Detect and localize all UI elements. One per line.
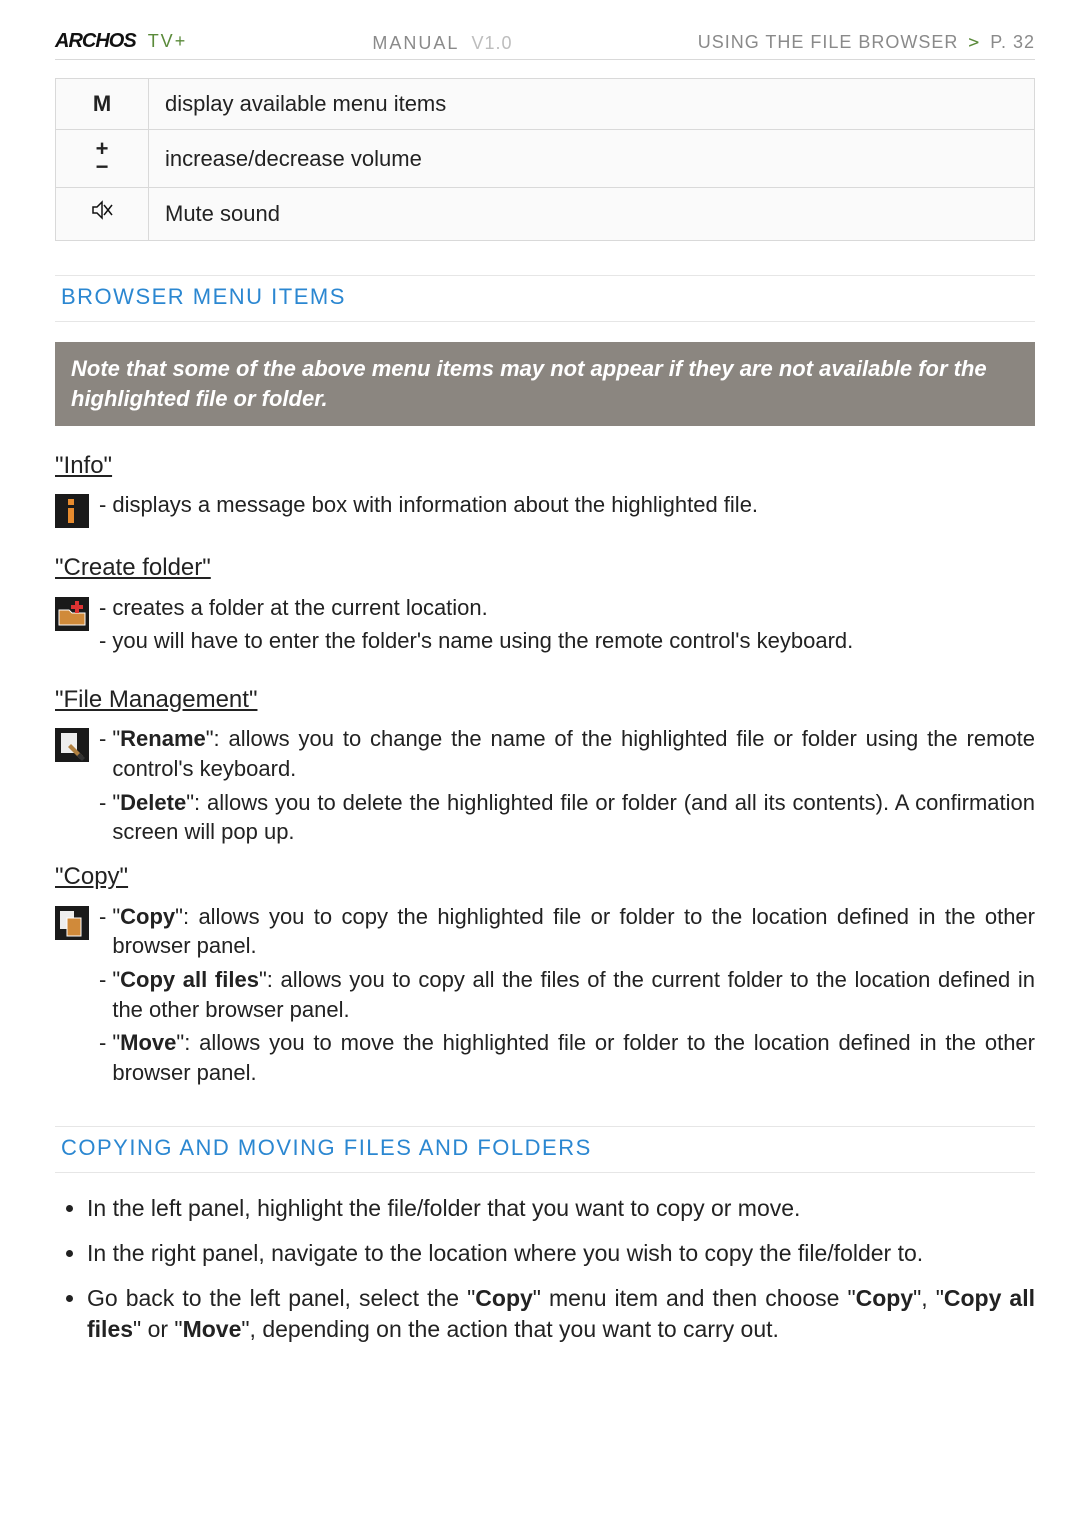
subheading-file-management: "File Management": [55, 684, 1035, 716]
breadcrumb-arrow-icon: >: [968, 32, 980, 53]
create-line2: - you will have to enter the folder's na…: [99, 626, 1035, 656]
create-folder-icon: [55, 597, 89, 631]
create-body: - creates a folder at the current locati…: [99, 593, 1035, 660]
manual-version: MANUAL V1.0: [187, 31, 698, 55]
list-item: Go back to the left panel, select the "C…: [87, 1283, 1035, 1345]
table-row: + − increase/decrease volume: [56, 129, 1035, 187]
create-text1: creates a folder at the current location…: [112, 593, 487, 623]
copy-copy-line: - "Copy": allows you to copy the highlig…: [99, 902, 1035, 961]
steps-list: In the left panel, highlight the file/fo…: [59, 1193, 1035, 1345]
manual-version-number: V1.0: [471, 33, 512, 53]
info-icon: [55, 494, 89, 528]
fm-rename-text: "Rename": allows you to change the name …: [112, 724, 1035, 783]
fm-body: - "Rename": allows you to change the nam…: [99, 724, 1035, 851]
info-text: displays a message box with information …: [112, 490, 758, 520]
subheading-info: "Info": [55, 450, 1035, 482]
section-heading-copying-moving: COPYING AND MOVING FILES AND FOLDERS: [55, 1126, 1035, 1174]
manual-page: ARCHOS TV+ MANUAL V1.0 USING THE FILE BR…: [0, 0, 1080, 1527]
copy-body: - "Copy": allows you to copy the highlig…: [99, 902, 1035, 1092]
dash-icon: -: [99, 593, 106, 623]
info-body: - displays a message box with informatio…: [99, 490, 1035, 524]
create-text2: you will have to enter the folder's name…: [112, 626, 853, 656]
file-management-icon: [55, 728, 89, 762]
table-row: M display available menu items: [56, 79, 1035, 130]
dash-icon: -: [99, 1028, 106, 1058]
breadcrumb-text: USING THE FILE BROWSER: [698, 32, 959, 52]
info-line: - displays a message box with informatio…: [99, 490, 1035, 520]
desc-cell: display available menu items: [149, 79, 1035, 130]
subheading-create-folder: "Create folder": [55, 552, 1035, 584]
copy-all-line: - "Copy all files": allows you to copy a…: [99, 965, 1035, 1024]
copy-icon: [55, 906, 89, 940]
brand-suffix: TV+: [148, 31, 188, 51]
table-row: Mute sound: [56, 188, 1035, 241]
dash-icon: -: [99, 902, 106, 932]
brand-logo: ARCHOS: [55, 30, 136, 52]
mute-icon: [90, 198, 114, 222]
list-item: In the left panel, highlight the file/fo…: [87, 1193, 1035, 1224]
fm-rename-line: - "Rename": allows you to change the nam…: [99, 724, 1035, 783]
create-line1: - creates a folder at the current locati…: [99, 593, 1035, 623]
page-number: P. 32: [990, 32, 1035, 52]
list-item: In the right panel, navigate to the loca…: [87, 1238, 1035, 1269]
key-cell-m: M: [56, 79, 149, 130]
subheading-copy: "Copy": [55, 861, 1035, 893]
copy-copy-text: "Copy": allows you to copy the highlight…: [112, 902, 1035, 961]
note-box: Note that some of the above menu items m…: [55, 342, 1035, 425]
key-m: M: [93, 91, 111, 116]
dash-icon: -: [99, 626, 106, 656]
dash-icon: -: [99, 490, 106, 520]
copy-move-text: "Move": allows you to move the highlight…: [112, 1028, 1035, 1087]
breadcrumb: USING THE FILE BROWSER > P. 32: [698, 30, 1035, 55]
copy-all-text: "Copy all files": allows you to copy all…: [112, 965, 1035, 1024]
button-table: M display available menu items + − incre…: [55, 78, 1035, 241]
desc-cell: increase/decrease volume: [149, 129, 1035, 187]
page-header: ARCHOS TV+ MANUAL V1.0 USING THE FILE BR…: [55, 28, 1035, 60]
dash-icon: -: [99, 788, 106, 818]
menu-item-create-folder: - creates a folder at the current locati…: [55, 593, 1035, 660]
fm-delete-text: "Delete": allows you to delete the highl…: [112, 788, 1035, 847]
copy-move-line: - "Move": allows you to move the highlig…: [99, 1028, 1035, 1087]
dash-icon: -: [99, 724, 106, 754]
desc-cell: Mute sound: [149, 188, 1035, 241]
dash-icon: -: [99, 965, 106, 995]
minus-icon: −: [72, 158, 132, 177]
manual-label: MANUAL: [372, 33, 459, 53]
section-heading-browser-menu: BROWSER MENU ITEMS: [55, 275, 1035, 323]
fm-delete-line: - "Delete": allows you to delete the hig…: [99, 788, 1035, 847]
brand-block: ARCHOS TV+: [55, 28, 187, 55]
menu-item-file-management: - "Rename": allows you to change the nam…: [55, 724, 1035, 851]
menu-item-copy: - "Copy": allows you to copy the highlig…: [55, 902, 1035, 1092]
menu-item-info: - displays a message box with informatio…: [55, 490, 1035, 528]
key-cell-mute: [56, 188, 149, 241]
key-cell-plus-minus: + −: [56, 129, 149, 187]
